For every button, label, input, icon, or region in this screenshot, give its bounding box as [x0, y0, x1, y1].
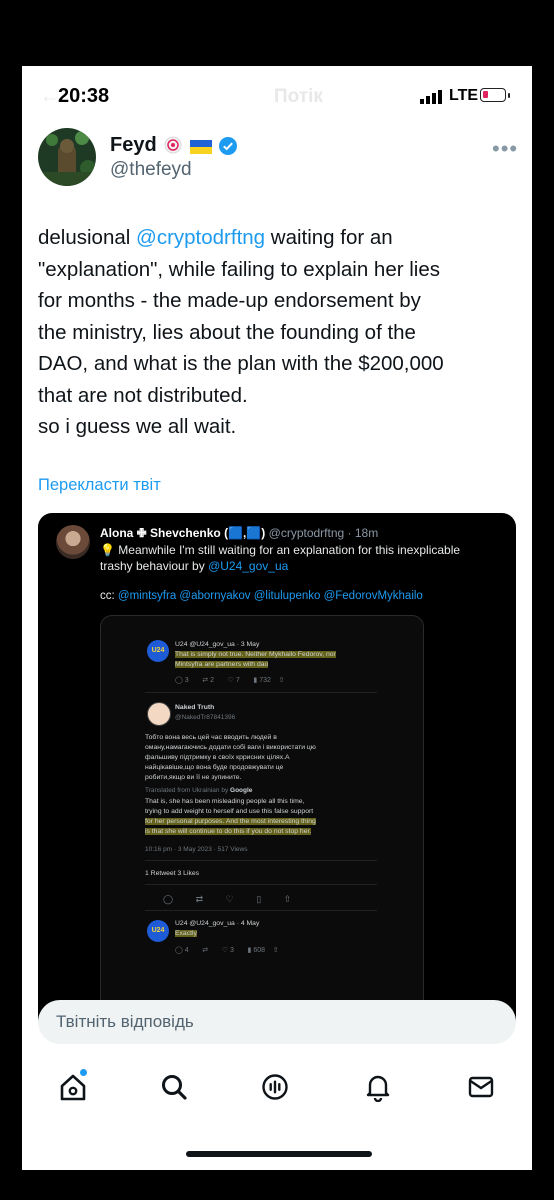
u24-reply-actions: ◯ 4 ⇄ ♡ 3 ▮ 608 ⇧	[175, 947, 279, 954]
more-options-icon[interactable]: •••	[492, 136, 518, 162]
u24-avatar: U24	[147, 640, 169, 662]
u24-tweet-line2: Mintsyfra are partners with dao	[175, 661, 269, 668]
home-icon[interactable]	[58, 1072, 88, 1102]
reply-input[interactable]: Твітніть відповідь	[38, 1000, 516, 1044]
network-type: LTE	[449, 87, 479, 104]
clock: 20:38	[58, 85, 110, 107]
header-title: Потік	[274, 86, 323, 107]
divider	[145, 860, 377, 861]
lollipop-emoji-icon	[164, 136, 182, 154]
divider	[145, 910, 377, 911]
ukraine-flag-icon	[190, 140, 212, 154]
u24-tweet-actions: ◯ 3 ⇄ 2 ♡ 7 ▮ 732 ⇧	[175, 677, 285, 684]
battery-icon	[480, 88, 506, 102]
divider	[145, 884, 377, 885]
naked-truth-name: Naked Truth	[175, 704, 215, 711]
en-text-line: is that she will continue to do this if …	[145, 828, 312, 835]
phone-screen: ← Потік 20:38 LTE Feyd @thefeyd ••• delu…	[22, 66, 532, 1170]
naked-truth-handle: @NakedTr87841396	[175, 714, 236, 721]
search-icon[interactable]	[159, 1072, 189, 1102]
en-text-line: for her personal purposes. And the most …	[145, 818, 316, 825]
u24-reply-header: U24 @U24_gov_ua · 4 May	[175, 920, 260, 927]
embedded-text: 💡 Meanwhile I'm still waiting for an exp…	[100, 543, 461, 573]
messages-icon[interactable]	[466, 1072, 496, 1102]
ua-text-line: оману,намагаючись додати собі ваги і вик…	[145, 744, 316, 751]
embedded-cc: cc: @mintsyfra @abornyakov @litulupenko …	[100, 590, 423, 602]
translation-note: Translated from Ukrainian by Google	[145, 787, 253, 794]
naked-truth-avatar	[147, 702, 171, 726]
author-avatar[interactable]	[38, 128, 96, 186]
tweet-action-icons: ◯ ⇄ ♡ ▯ ⇧	[163, 894, 292, 904]
verified-badge-icon	[219, 137, 237, 155]
spaces-icon[interactable]	[260, 1072, 290, 1102]
status-bar: ← Потік 20:38 LTE	[22, 66, 532, 126]
attached-screenshot[interactable]: Alona ✙ Shevchenko (🟦,🟦) @cryptodrftng ·…	[38, 513, 516, 1033]
ua-text-line: фальшиву підтримку в своїх кррисних ціля…	[145, 754, 290, 761]
u24-avatar: U24	[147, 920, 169, 942]
signal-icon	[420, 90, 442, 104]
reply-placeholder: Твітніть відповідь	[56, 1012, 194, 1031]
author-handle[interactable]: @thefeyd	[110, 159, 192, 181]
author-name[interactable]: Feyd	[110, 134, 157, 157]
ua-text-line: найцікавіше,що вона буде продовжувати це	[145, 764, 284, 771]
u24-tweet-line1: That is simply not true. Neither Mykhail…	[175, 651, 336, 658]
tweet-stats: 1 Retweet 3 Likes	[145, 870, 200, 877]
ua-text-line: робити,якщо ви її не зупините.	[145, 774, 242, 781]
embedded-header: Alona ✙ Shevchenko (🟦,🟦) @cryptodrftng ·…	[100, 526, 379, 540]
mention-link[interactable]: @cryptodrftng	[136, 226, 265, 249]
notifications-icon[interactable]	[363, 1072, 393, 1102]
tweet-meta: 10:16 pm · 3 May 2023 · 517 Views	[145, 846, 248, 853]
u24-tweet-header: U24 @U24_gov_ua · 3 May	[175, 641, 260, 648]
u24-reply-text: Exactly	[175, 930, 197, 937]
battery-tip	[508, 93, 510, 98]
en-text-line: trying to add weight to herself and use …	[145, 808, 314, 815]
embedded-thread-screenshot: U24 U24 @U24_gov_ua · 3 May That is simp…	[100, 615, 424, 1033]
ua-text-line: Тобто вона весь цей час вводить людей в	[145, 734, 277, 741]
embedded-avatar	[56, 525, 90, 559]
back-arrow-icon[interactable]: ←	[40, 86, 59, 108]
notification-dot	[80, 1069, 87, 1076]
en-text-line: That is, she has been misleading people …	[145, 798, 305, 805]
home-indicator[interactable]	[186, 1151, 372, 1157]
translate-tweet-link[interactable]: Перекласти твіт	[38, 476, 161, 495]
divider	[145, 692, 377, 693]
tweet-text: delusional @cryptodrftng waiting for an …	[38, 226, 444, 438]
